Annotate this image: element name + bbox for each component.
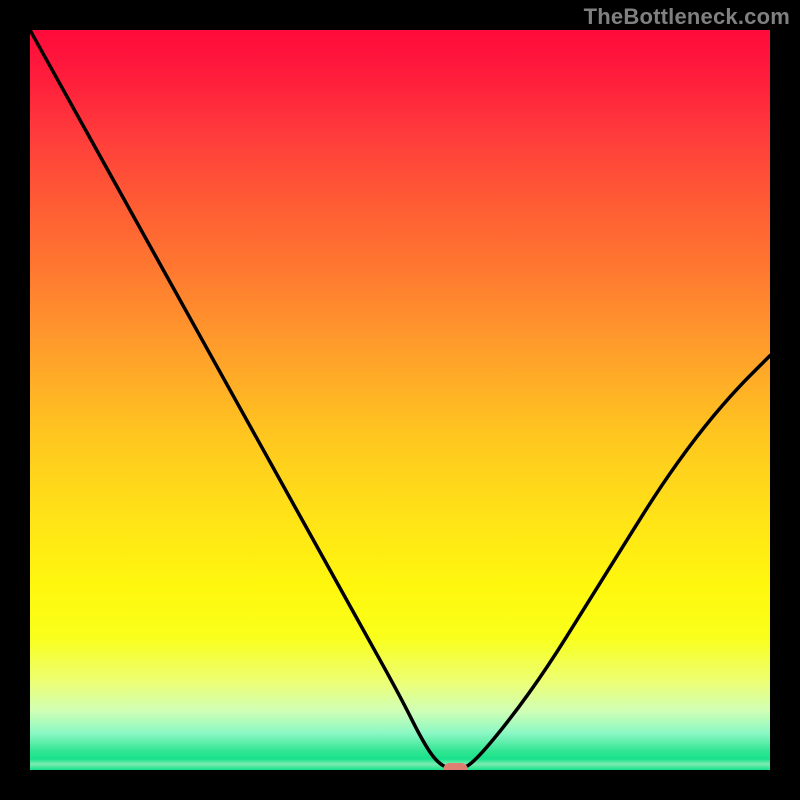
bottleneck-curve [30,30,770,770]
watermark-text: TheBottleneck.com [584,4,790,30]
chart-wrapper: TheBottleneck.com [0,0,800,800]
optimal-marker [443,763,469,770]
plot-area [30,30,770,770]
